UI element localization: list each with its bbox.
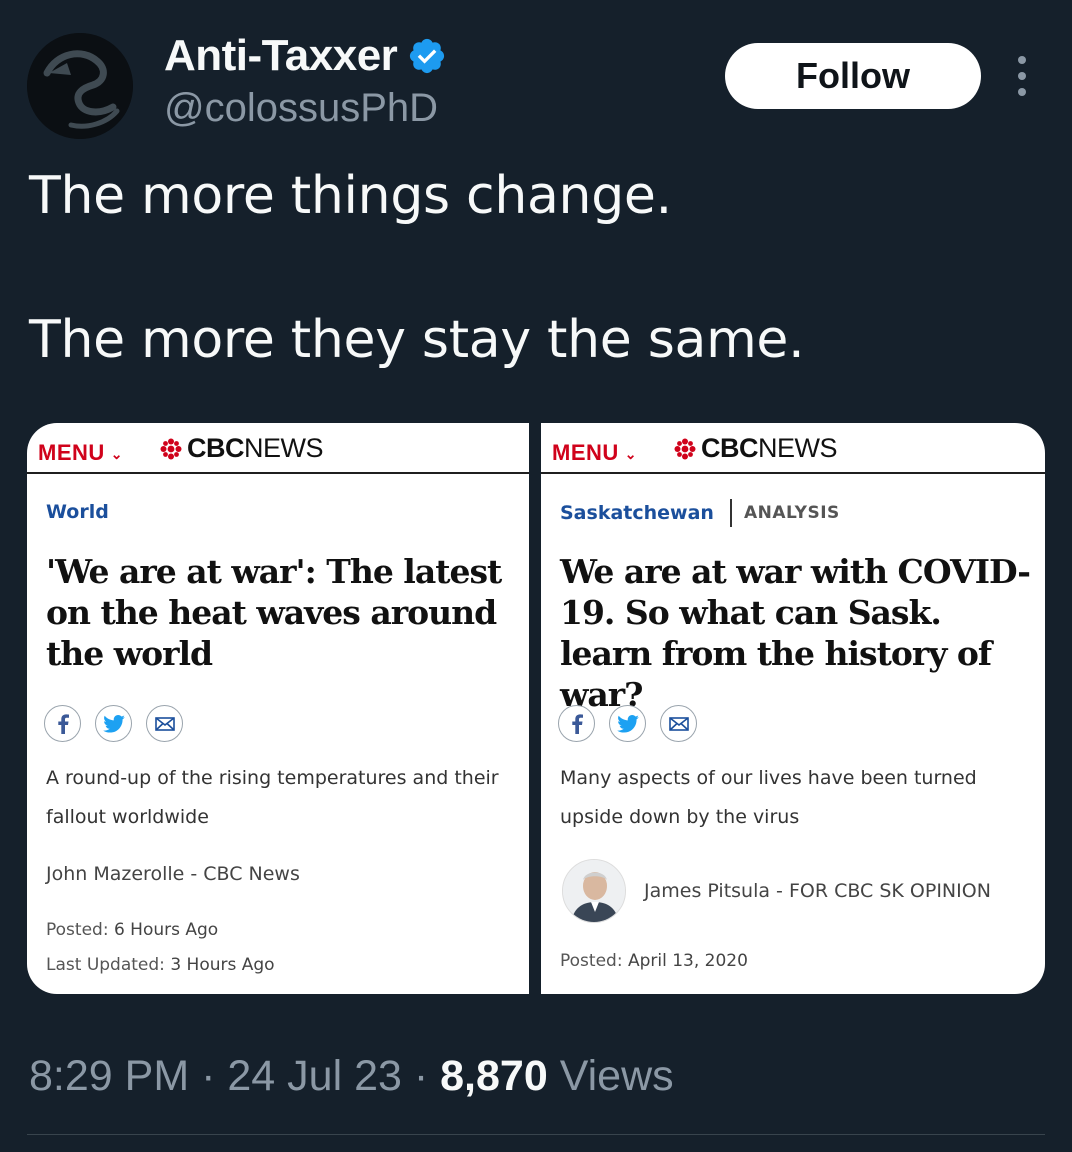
author-name[interactable]: Anti-Taxxer bbox=[164, 31, 398, 81]
cbc-menu: MENU ⌄ bbox=[38, 440, 123, 466]
section-divider bbox=[729, 499, 732, 527]
twitter-icon[interactable] bbox=[95, 705, 132, 742]
tweet-text-line-2: The more they stay the same. bbox=[29, 310, 805, 370]
tweet-time[interactable]: 8:29 PM bbox=[29, 1052, 189, 1100]
meta-separator: · bbox=[413, 1052, 429, 1100]
section-label: World bbox=[46, 501, 109, 523]
cbc-logo: CBCNEWS bbox=[673, 433, 838, 464]
avatar-serpent-icon bbox=[27, 33, 133, 139]
updated-label: Last Updated: bbox=[46, 955, 165, 975]
logo-bold: CBC bbox=[187, 433, 245, 463]
posted-value: 6 Hours Ago bbox=[113, 920, 219, 940]
email-icon[interactable] bbox=[660, 705, 697, 742]
author-handle[interactable]: @colossusPhD bbox=[164, 86, 447, 131]
email-icon[interactable] bbox=[146, 705, 183, 742]
divider bbox=[27, 1134, 1045, 1135]
posted-value: April 13, 2020 bbox=[627, 951, 748, 971]
posted-line: Posted: April 13, 2020 bbox=[560, 951, 748, 971]
tweet-media[interactable]: MENU ⌄ CBCNEWS World 'We are at war': The bbox=[27, 423, 1045, 994]
media-image-1[interactable]: MENU ⌄ CBCNEWS World 'We are at war': The bbox=[27, 423, 529, 994]
tweet-meta: 8:29 PM · 24 Jul 23 · 8,870 Views bbox=[29, 1052, 674, 1101]
logo-bold: CBC bbox=[701, 433, 759, 463]
headline: We are at war with COVID-19. So what can… bbox=[560, 552, 1031, 714]
views-label: Views bbox=[559, 1052, 674, 1100]
updated-value: 3 Hours Ago bbox=[170, 955, 275, 975]
posted-label: Posted: bbox=[46, 920, 109, 940]
chevron-down-icon: ⌄ bbox=[110, 445, 124, 462]
cbc-logo: CBCNEWS bbox=[159, 433, 324, 464]
menu-label: MENU bbox=[552, 440, 619, 465]
posted-label: Posted: bbox=[560, 951, 623, 971]
facebook-icon[interactable] bbox=[44, 705, 81, 742]
updated-line: Last Updated: 3 Hours Ago bbox=[46, 955, 275, 975]
logo-light: NEWS bbox=[244, 433, 324, 463]
logo-light: NEWS bbox=[758, 433, 838, 463]
cbc-header-bar: MENU ⌄ CBCNEWS bbox=[27, 423, 529, 474]
chevron-down-icon: ⌄ bbox=[624, 445, 638, 462]
author-photo bbox=[562, 859, 626, 923]
more-options-icon[interactable] bbox=[1008, 56, 1036, 96]
section-tag: ANALYSIS bbox=[743, 503, 840, 523]
headline: 'We are at war': The latest on the heat … bbox=[46, 552, 502, 673]
tweet-text-line-1: The more things change. bbox=[29, 166, 672, 226]
menu-label: MENU bbox=[38, 440, 105, 465]
byline: John Mazerolle - CBC News bbox=[46, 863, 300, 885]
media-image-2[interactable]: MENU ⌄ CBCNEWS Saskatchewan ANALYSIS We … bbox=[541, 423, 1045, 994]
meta-separator: · bbox=[201, 1052, 216, 1100]
posted-line: Posted: 6 Hours Ago bbox=[46, 920, 218, 940]
article-summary: A round-up of the rising temperatures an… bbox=[46, 767, 499, 828]
cbc-gem-icon bbox=[160, 438, 182, 459]
views-count: 8,870 bbox=[440, 1052, 548, 1100]
follow-button[interactable]: Follow bbox=[725, 43, 981, 109]
tweet-date[interactable]: 24 Jul 23 bbox=[227, 1052, 402, 1100]
twitter-icon[interactable] bbox=[609, 705, 646, 742]
article-summary: Many aspects of our lives have been turn… bbox=[560, 767, 977, 828]
author-block: Anti-Taxxer @colossusPhD bbox=[164, 30, 447, 131]
section-label: Saskatchewan bbox=[560, 502, 714, 524]
share-icons bbox=[44, 705, 183, 742]
cbc-menu: MENU ⌄ bbox=[552, 440, 637, 466]
cbc-gem-icon bbox=[674, 438, 696, 459]
avatar[interactable] bbox=[27, 33, 133, 139]
author-row: James Pitsula - FOR CBC SK OPINION bbox=[562, 859, 991, 923]
share-icons bbox=[558, 705, 697, 742]
byline: James Pitsula - FOR CBC SK OPINION bbox=[644, 880, 991, 902]
facebook-icon[interactable] bbox=[558, 705, 595, 742]
section-row: Saskatchewan ANALYSIS bbox=[560, 499, 840, 527]
cbc-header-bar: MENU ⌄ CBCNEWS bbox=[541, 423, 1045, 474]
verified-badge-icon bbox=[410, 38, 445, 74]
